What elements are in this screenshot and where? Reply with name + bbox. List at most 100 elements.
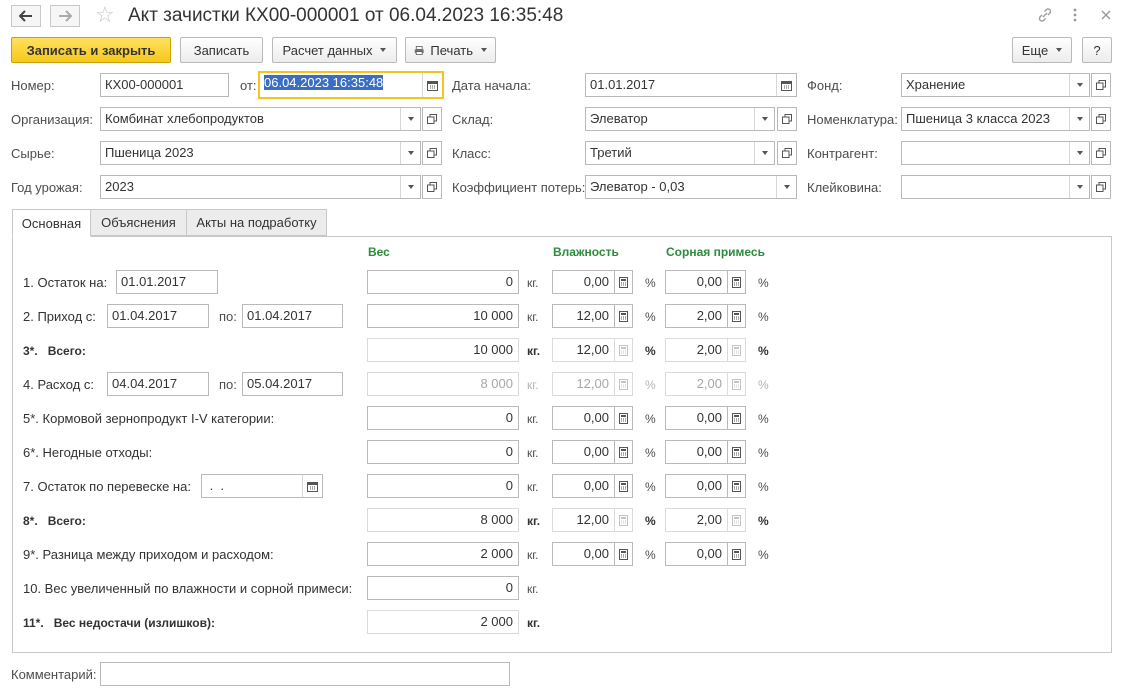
calculator-icon bbox=[732, 276, 741, 288]
row1-impurity-field[interactable]: 0,00 bbox=[665, 270, 728, 294]
row6-impurity-field[interactable]: 0,00 bbox=[665, 440, 728, 464]
open-fund-button[interactable] bbox=[1091, 73, 1111, 97]
row7-date-field[interactable]: . . bbox=[201, 474, 323, 498]
loss-coef-select[interactable]: Элеватор - 0,03 bbox=[585, 175, 797, 199]
row2-date-to-field[interactable]: 01.04.2017 bbox=[242, 304, 343, 328]
percent-unit: % bbox=[645, 514, 656, 528]
harvest-year-select[interactable]: 2023 bbox=[100, 175, 421, 199]
row1-weight-field[interactable]: 0 bbox=[367, 270, 519, 294]
calculator-button[interactable] bbox=[728, 440, 746, 464]
row6-moisture-field[interactable]: 0,00 bbox=[552, 440, 615, 464]
row7-moisture-field[interactable]: 0,00 bbox=[552, 474, 615, 498]
row9-impurity-field[interactable]: 0,00 bbox=[665, 542, 728, 566]
start-date-field[interactable]: 01.01.2017 bbox=[585, 73, 797, 97]
row9-moisture-field[interactable]: 0,00 bbox=[552, 542, 615, 566]
row9-weight-field[interactable]: 2 000 bbox=[367, 542, 519, 566]
raw-material-select[interactable]: Пшеница 2023 bbox=[100, 141, 421, 165]
dropdown-button[interactable] bbox=[1069, 142, 1089, 164]
open-gluten-button[interactable] bbox=[1091, 175, 1111, 199]
tab-processing-acts[interactable]: Акты на подработку bbox=[186, 209, 327, 236]
tab-main[interactable]: Основная bbox=[12, 209, 91, 237]
organization-select[interactable]: Комбинат хлебопродуктов bbox=[100, 107, 421, 131]
row2-weight-field[interactable]: 10 000 bbox=[367, 304, 519, 328]
row4-date-from-field[interactable]: 04.04.2017 bbox=[107, 372, 209, 396]
open-organization-button[interactable] bbox=[422, 107, 442, 131]
row7-weight-field[interactable]: 0 bbox=[367, 474, 519, 498]
row6-weight-field[interactable]: 0 bbox=[367, 440, 519, 464]
calculator-button[interactable] bbox=[615, 270, 633, 294]
row10-weight-field[interactable]: 0 bbox=[367, 576, 519, 600]
comment-field[interactable] bbox=[100, 662, 510, 686]
dropdown-button[interactable] bbox=[400, 108, 420, 130]
favorite-star-icon[interactable]: ☆ bbox=[95, 3, 115, 27]
dropdown-button[interactable] bbox=[400, 176, 420, 198]
calculator-button[interactable] bbox=[615, 542, 633, 566]
open-warehouse-button[interactable] bbox=[777, 107, 797, 131]
open-contractor-button[interactable] bbox=[1091, 141, 1111, 165]
more-vertical-icon[interactable] bbox=[1066, 6, 1084, 24]
doc-date-field[interactable]: 06.04.2023 16:35:48 bbox=[258, 71, 444, 99]
open-form-icon bbox=[782, 114, 792, 124]
row7-impurity-field[interactable]: 0,00 bbox=[665, 474, 728, 498]
gluten-select[interactable] bbox=[901, 175, 1090, 199]
calculator-button[interactable] bbox=[728, 474, 746, 498]
row5-impurity-field[interactable]: 0,00 bbox=[665, 406, 728, 430]
row2-date-from-field[interactable]: 01.04.2017 bbox=[107, 304, 209, 328]
row2-moisture-field[interactable]: 12,00 bbox=[552, 304, 615, 328]
calculator-button[interactable] bbox=[728, 406, 746, 430]
row2-impurity-field[interactable]: 2,00 bbox=[665, 304, 728, 328]
nomenclature-select[interactable]: Пшеница 3 класса 2023 bbox=[901, 107, 1090, 131]
row4-date-to-field[interactable]: 05.04.2017 bbox=[242, 372, 343, 396]
dropdown-button[interactable] bbox=[1069, 74, 1089, 96]
forward-button[interactable] bbox=[50, 5, 80, 27]
help-button[interactable]: ? bbox=[1082, 37, 1112, 63]
calculator-button[interactable] bbox=[615, 440, 633, 464]
chevron-down-icon bbox=[481, 48, 487, 52]
calculator-button[interactable] bbox=[615, 304, 633, 328]
percent-unit: % bbox=[645, 310, 656, 324]
save-and-close-label: Записать и закрыть bbox=[26, 42, 156, 58]
calc-data-button[interactable]: Расчет данных bbox=[272, 37, 397, 63]
kg-unit: кг. bbox=[527, 344, 541, 358]
open-form-icon bbox=[427, 114, 437, 124]
dropdown-button[interactable] bbox=[1069, 108, 1089, 130]
close-icon[interactable] bbox=[1097, 6, 1115, 24]
row1-moisture-field[interactable]: 0,00 bbox=[552, 270, 615, 294]
calculator-button[interactable] bbox=[728, 304, 746, 328]
calendar-button[interactable] bbox=[302, 475, 322, 497]
more-button[interactable]: Еще bbox=[1012, 37, 1072, 63]
open-raw-material-button[interactable] bbox=[422, 141, 442, 165]
open-harvest-year-button[interactable] bbox=[422, 175, 442, 199]
calendar-button[interactable] bbox=[422, 73, 442, 97]
calculator-button[interactable] bbox=[728, 542, 746, 566]
save-button[interactable]: Записать bbox=[180, 37, 263, 63]
dropdown-button[interactable] bbox=[776, 176, 796, 198]
open-class-button[interactable] bbox=[777, 141, 797, 165]
back-button[interactable] bbox=[11, 5, 41, 27]
dropdown-button[interactable] bbox=[400, 142, 420, 164]
link-icon[interactable] bbox=[1036, 6, 1054, 24]
percent-unit: % bbox=[645, 276, 656, 290]
class-select[interactable]: Третий bbox=[585, 141, 775, 165]
tab-explanations[interactable]: Объяснения bbox=[90, 209, 187, 236]
fund-select[interactable]: Хранение bbox=[901, 73, 1090, 97]
dropdown-button[interactable] bbox=[1069, 176, 1089, 198]
calculator-button[interactable] bbox=[728, 270, 746, 294]
calculator-button[interactable] bbox=[615, 474, 633, 498]
row8-impurity-field: 2,00 bbox=[665, 508, 728, 532]
row5-moisture-field[interactable]: 0,00 bbox=[552, 406, 615, 430]
number-field[interactable]: КХ00-000001 bbox=[100, 73, 229, 97]
print-button[interactable]: Печать bbox=[405, 37, 496, 63]
row1-date-field[interactable]: 01.01.2017 bbox=[116, 270, 218, 294]
save-and-close-button[interactable]: Записать и закрыть bbox=[11, 37, 171, 63]
calculator-button[interactable] bbox=[615, 406, 633, 430]
dropdown-button[interactable] bbox=[754, 108, 774, 130]
warehouse-select[interactable]: Элеватор bbox=[585, 107, 775, 131]
row5-weight-field[interactable]: 0 bbox=[367, 406, 519, 430]
open-nomenclature-button[interactable] bbox=[1091, 107, 1111, 131]
calculator-icon bbox=[619, 276, 628, 288]
dropdown-button[interactable] bbox=[754, 142, 774, 164]
calculator-button bbox=[615, 508, 633, 532]
calendar-button[interactable] bbox=[776, 74, 796, 96]
contractor-select[interactable] bbox=[901, 141, 1090, 165]
